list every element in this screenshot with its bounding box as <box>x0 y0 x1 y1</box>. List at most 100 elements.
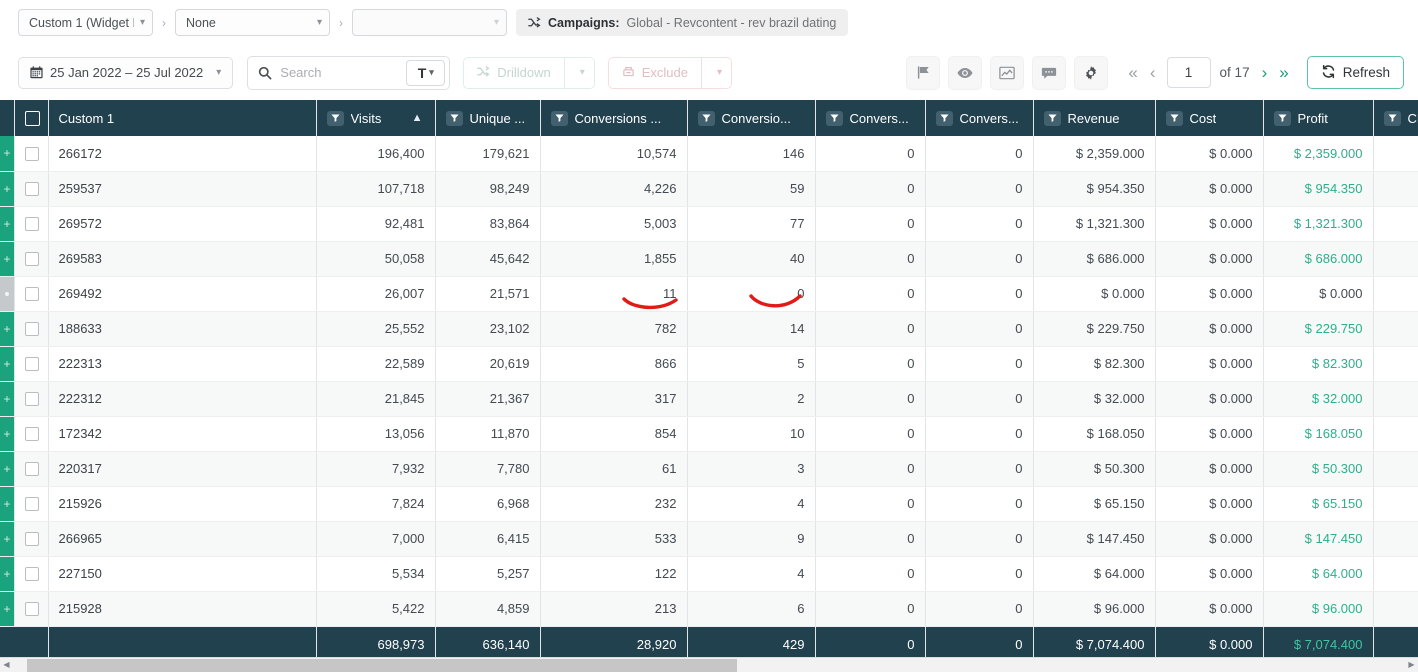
expand-row-button[interactable]: + <box>0 451 13 485</box>
row-handle-cell[interactable]: + <box>0 416 15 452</box>
row-select-cell[interactable] <box>14 241 49 277</box>
column-header-0[interactable]: Custom 1 <box>48 100 317 136</box>
row-handle-cell[interactable]: + <box>0 591 15 627</box>
drilldown-dropdown-toggle[interactable]: ▾ <box>563 56 595 89</box>
next-page-button[interactable]: › <box>1256 64 1274 81</box>
column-filter-icon[interactable] <box>445 110 463 126</box>
row-checkbox[interactable] <box>24 252 39 267</box>
horizontal-scrollbar[interactable]: ◀ ▶ <box>0 657 1418 672</box>
table-row[interactable]: +222313 22,589 20,619 866 5 0 0 $ 82.300 $ 0.000… <box>0 346 1418 382</box>
row-select-cell[interactable] <box>14 171 49 207</box>
search-box[interactable]: T ▾ <box>247 55 451 90</box>
first-page-button[interactable]: « <box>1122 64 1143 81</box>
row-select-cell[interactable] <box>14 451 49 487</box>
row-checkbox[interactable] <box>24 427 39 442</box>
column-header-9[interactable]: Profit <box>1263 100 1374 136</box>
row-checkbox[interactable] <box>24 287 39 302</box>
scrollbar-track[interactable] <box>13 658 1405 672</box>
page-number-input[interactable]: 1 <box>1166 57 1211 88</box>
row-handle-cell[interactable]: + <box>0 311 15 347</box>
row-select-cell[interactable] <box>14 591 49 627</box>
scrollbar-thumb[interactable] <box>27 658 737 672</box>
row-handle-cell[interactable]: + <box>0 241 15 277</box>
row-select-cell[interactable] <box>14 486 49 522</box>
expand-row-button[interactable]: + <box>0 171 13 205</box>
row-select-cell[interactable] <box>14 276 49 312</box>
table-row[interactable]: +227150 5,534 5,257 122 4 0 0 $ 64.000 $ 0.000 $ … <box>0 556 1418 592</box>
row-checkbox[interactable] <box>24 567 39 582</box>
expand-row-button[interactable]: + <box>0 311 13 345</box>
column-header-5[interactable]: Convers... <box>815 100 926 136</box>
column-filter-icon[interactable] <box>326 110 344 126</box>
column-filter-icon[interactable] <box>1165 110 1183 126</box>
comment-button[interactable] <box>1032 55 1067 90</box>
chart-button[interactable] <box>990 55 1025 90</box>
last-page-button[interactable]: » <box>1273 64 1294 81</box>
drilldown-button-group[interactable]: Drilldown ▾ <box>463 56 595 89</box>
row-handle-cell[interactable]: + <box>0 346 15 382</box>
expand-row-button[interactable]: + <box>0 241 13 275</box>
row-checkbox[interactable] <box>24 532 39 547</box>
row-checkbox[interactable] <box>24 182 39 197</box>
prev-page-button[interactable]: ‹ <box>1144 64 1162 81</box>
column-filter-icon[interactable] <box>935 110 953 126</box>
row-select-cell[interactable] <box>14 311 49 347</box>
row-select-cell[interactable] <box>14 381 49 417</box>
row-checkbox[interactable] <box>24 322 39 337</box>
row-checkbox[interactable] <box>24 462 39 477</box>
row-checkbox[interactable] <box>24 497 39 512</box>
row-handle-cell[interactable]: + <box>0 171 15 207</box>
expand-row-button[interactable]: + <box>0 416 13 450</box>
column-header-8[interactable]: Cost <box>1155 100 1264 136</box>
row-handle-cell[interactable] <box>0 276 15 312</box>
row-handle-cell[interactable]: + <box>0 206 15 242</box>
expand-row-button[interactable]: + <box>0 521 13 555</box>
row-checkbox[interactable] <box>24 357 39 372</box>
flag-button[interactable] <box>906 55 941 90</box>
campaign-filter-pill[interactable]: Campaigns: Global - Revcontent - rev bra… <box>516 9 849 36</box>
table-row[interactable]: +266965 7,000 6,415 533 9 0 0 $ 147.450 $ 0.000 $… <box>0 521 1418 557</box>
expand-row-button[interactable]: + <box>0 381 13 415</box>
table-row[interactable]: +215926 7,824 6,968 232 4 0 0 $ 65.150 $ 0.000 $ … <box>0 486 1418 522</box>
exclude-button-group[interactable]: Exclude ▾ <box>607 56 732 89</box>
table-row[interactable]: +266172 196,400 179,621 10,574 146 0 0 $ 2,359.… <box>0 136 1418 172</box>
column-header-2[interactable]: Unique ... <box>435 100 541 136</box>
expand-row-button[interactable]: + <box>0 591 13 625</box>
sort-ascending-icon[interactable]: ▲ <box>412 112 423 124</box>
column-header-3[interactable]: Conversions ... <box>540 100 688 136</box>
table-row[interactable]: +269572 92,481 83,864 5,003 77 0 0 $ 1,321.300 $… <box>0 206 1418 242</box>
row-select-cell[interactable] <box>14 556 49 592</box>
row-handle[interactable] <box>0 276 13 310</box>
table-row[interactable]: +269583 50,058 45,642 1,855 40 0 0 $ 686.000 $ 0… <box>0 241 1418 277</box>
table-row[interactable]: 269492 26,007 21,571 11 0 0 0 $ 0.000 $ 0.000 $ 0… <box>0 276 1418 312</box>
expand-row-button[interactable]: + <box>0 206 13 240</box>
row-handle-cell[interactable]: + <box>0 556 15 592</box>
table-row[interactable]: +222312 21,845 21,367 317 2 0 0 $ 32.000 $ 0.000… <box>0 381 1418 417</box>
search-input[interactable] <box>280 65 391 80</box>
exclude-dropdown-toggle[interactable]: ▾ <box>701 56 732 89</box>
column-filter-icon[interactable] <box>1383 110 1401 126</box>
expand-row-button[interactable]: + <box>0 486 13 520</box>
preview-button[interactable] <box>948 55 983 90</box>
select-all-checkbox[interactable] <box>24 111 40 127</box>
column-filter-icon[interactable] <box>1273 110 1291 126</box>
column-header-10[interactable]: CPV <box>1373 100 1418 136</box>
table-row[interactable]: +172342 13,056 11,870 854 10 0 0 $ 168.050 $ 0.0… <box>0 416 1418 452</box>
table-row[interactable]: +188633 25,552 23,102 782 14 0 0 $ 229.750 $ 0.0… <box>0 311 1418 347</box>
row-select-cell[interactable] <box>14 521 49 557</box>
column-header-4[interactable]: Conversio... <box>687 100 816 136</box>
refresh-button[interactable]: Refresh <box>1306 56 1404 89</box>
row-checkbox[interactable] <box>24 602 39 617</box>
column-header-6[interactable]: Convers... <box>925 100 1034 136</box>
scroll-left-arrow[interactable]: ◀ <box>0 661 13 669</box>
row-handle-cell[interactable]: + <box>0 381 15 417</box>
select-all-header[interactable] <box>14 100 49 136</box>
row-handle-cell[interactable]: + <box>0 521 15 557</box>
settings-button[interactable] <box>1074 55 1109 90</box>
date-range-picker[interactable]: 25 Jan 2022 – 25 Jul 2022 ▾ <box>18 56 234 89</box>
expand-row-button[interactable]: + <box>0 556 13 590</box>
row-select-cell[interactable] <box>14 136 49 172</box>
row-select-cell[interactable] <box>14 206 49 242</box>
row-select-cell[interactable] <box>14 416 49 452</box>
scroll-right-arrow[interactable]: ▶ <box>1405 661 1418 669</box>
